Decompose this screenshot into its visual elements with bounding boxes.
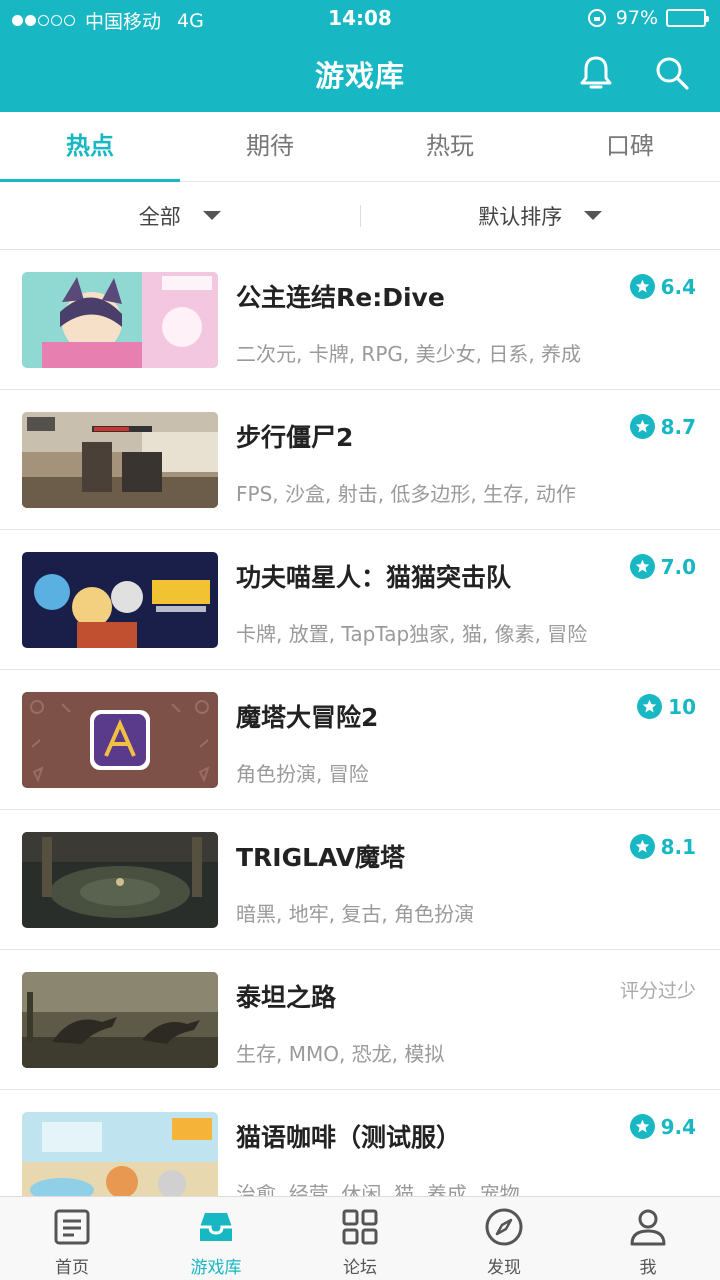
game-thumbnail[interactable] xyxy=(22,832,218,928)
tabbar-discover[interactable]: 发现 xyxy=(432,1197,576,1280)
tabbar-label: 论坛 xyxy=(343,1258,377,1278)
bottom-tab-bar: 首页 游戏库 论坛 发现 我 xyxy=(0,1196,720,1280)
game-tags: FPS, 沙盒, 射击, 低多边形, 生存, 动作 xyxy=(236,482,576,506)
tabbar-game-library[interactable]: 游戏库 xyxy=(144,1197,288,1280)
battery-percent: 97% xyxy=(615,7,658,29)
tabbar-home[interactable]: 首页 xyxy=(0,1197,144,1280)
compass-icon xyxy=(485,1208,523,1246)
category-filter-label: 全部 xyxy=(138,204,181,229)
game-thumbnail[interactable] xyxy=(22,972,218,1068)
status-bar: 中国移动 4G 14:08 97% xyxy=(0,0,720,38)
star-icon xyxy=(629,554,655,579)
game-row[interactable]: 猫语咖啡（测试服） 治愈, 经营, 休闲, 猫, 养成, 宠物 9.4 xyxy=(0,1090,720,1196)
star-icon xyxy=(629,414,655,439)
game-row[interactable]: TRIGLAV魔塔 暗黑, 地牢, 复古, 角色扮演 8.1 xyxy=(0,810,720,950)
game-title[interactable]: 魔塔大冒险2 xyxy=(236,698,378,734)
chevron-down-icon xyxy=(584,211,603,220)
game-tags: 二次元, 卡牌, RPG, 美少女, 日系, 养成 xyxy=(236,342,582,366)
rating-score: 8.7 xyxy=(660,414,696,439)
game-thumbnail[interactable] xyxy=(22,412,218,508)
game-row[interactable]: 功夫喵星人：猫猫突击队 卡牌, 放置, TapTap独家, 猫, 像素, 冒险 … xyxy=(0,530,720,670)
rating-score: 9.4 xyxy=(660,1114,696,1139)
search-icon[interactable] xyxy=(654,54,690,92)
star-icon xyxy=(637,694,663,719)
category-tabs: 热点 期待 热玩 口碑 xyxy=(0,112,720,183)
tabbar-label: 游戏库 xyxy=(190,1258,242,1278)
game-row[interactable]: 泰坦之路 生存, MMO, 恐龙, 模拟 评分过少 xyxy=(0,950,720,1090)
star-icon xyxy=(629,1114,655,1139)
rating-score: 10 xyxy=(668,694,696,719)
star-icon xyxy=(629,274,655,299)
tab-hot[interactable]: 热点 xyxy=(0,112,180,183)
game-list: 公主连结Re:Dive 二次元, 卡牌, RPG, 美少女, 日系, 养成 6.… xyxy=(0,250,720,1196)
grid-forum-icon xyxy=(342,1209,378,1245)
tabbar-label: 首页 xyxy=(55,1258,89,1278)
star-icon xyxy=(629,834,655,859)
game-thumbnail[interactable] xyxy=(22,272,218,368)
sort-dropdown[interactable]: 默认排序 xyxy=(361,201,720,231)
tabbar-label: 我 xyxy=(639,1258,657,1278)
game-rating: 8.1 xyxy=(629,834,696,859)
game-thumbnail[interactable] xyxy=(22,552,218,648)
battery-icon xyxy=(666,9,709,27)
game-rating: 10 xyxy=(637,694,696,719)
tabbar-label: 发现 xyxy=(487,1258,521,1278)
tab-reputation[interactable]: 口碑 xyxy=(540,112,720,182)
person-icon xyxy=(630,1209,666,1246)
rating-insufficient-label: 评分过少 xyxy=(619,980,696,1002)
game-rating: 6.4 xyxy=(629,274,696,299)
game-title[interactable]: TRIGLAV魔塔 xyxy=(236,838,405,874)
game-tags: 卡牌, 放置, TapTap独家, 猫, 像素, 冒险 xyxy=(236,622,588,646)
tab-expected[interactable]: 期待 xyxy=(180,112,360,182)
game-row[interactable]: 公主连结Re:Dive 二次元, 卡牌, RPG, 美少女, 日系, 养成 6.… xyxy=(0,250,720,390)
home-doc-icon xyxy=(54,1209,90,1245)
chevron-down-icon xyxy=(202,211,221,220)
tabbar-forum[interactable]: 论坛 xyxy=(288,1197,432,1280)
rating-score: 6.4 xyxy=(660,274,696,299)
game-title[interactable]: 泰坦之路 xyxy=(236,978,336,1014)
sort-label: 默认排序 xyxy=(478,204,563,229)
filter-bar: 全部 默认排序 xyxy=(0,182,720,250)
rating-score: 8.1 xyxy=(660,834,696,859)
game-title[interactable]: 公主连结Re:Dive xyxy=(236,278,445,314)
game-title[interactable]: 猫语咖啡（测试服） xyxy=(236,1118,461,1154)
game-tags: 生存, MMO, 恐龙, 模拟 xyxy=(236,1042,445,1066)
game-row[interactable]: 魔塔大冒险2 角色扮演, 冒险 10 xyxy=(0,670,720,810)
game-tags: 治愈, 经营, 休闲, 猫, 养成, 宠物 xyxy=(236,1182,520,1196)
rotation-lock-icon xyxy=(587,9,606,27)
top-header: 中国移动 4G 14:08 97% 游戏库 xyxy=(0,0,720,112)
game-title[interactable]: 功夫喵星人：猫猫突击队 xyxy=(236,558,511,594)
game-library-icon xyxy=(200,1213,232,1241)
game-title[interactable]: 步行僵尸2 xyxy=(236,418,353,454)
game-tags: 角色扮演, 冒险 xyxy=(236,762,369,786)
game-thumbnail[interactable] xyxy=(22,692,218,788)
game-tags: 暗黑, 地牢, 复古, 角色扮演 xyxy=(236,902,475,926)
rating-score: 7.0 xyxy=(660,554,696,579)
bell-icon[interactable] xyxy=(578,54,614,92)
tabbar-me[interactable]: 我 xyxy=(576,1197,720,1280)
game-row[interactable]: 步行僵尸2 FPS, 沙盒, 射击, 低多边形, 生存, 动作 8.7 xyxy=(0,390,720,530)
game-rating: 8.7 xyxy=(629,414,696,439)
game-rating: 9.4 xyxy=(629,1114,696,1139)
tab-hot-play[interactable]: 热玩 xyxy=(360,112,540,182)
game-rating: 7.0 xyxy=(629,554,696,579)
game-thumbnail[interactable] xyxy=(22,1112,218,1196)
category-filter-dropdown[interactable]: 全部 xyxy=(0,201,360,231)
